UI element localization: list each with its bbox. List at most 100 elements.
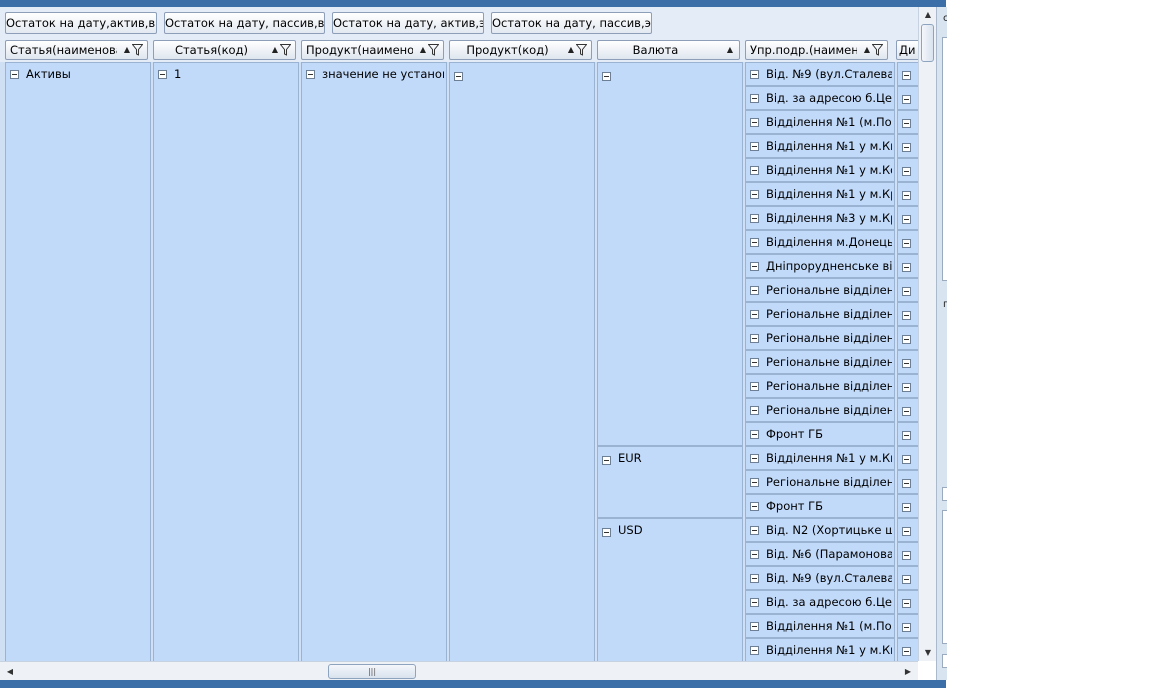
next-column-cell[interactable] bbox=[897, 206, 918, 230]
collapse-icon[interactable] bbox=[602, 72, 611, 81]
collapse-icon[interactable] bbox=[902, 599, 911, 608]
unit-cell[interactable]: Регіональне відділенн bbox=[745, 470, 895, 494]
column-header-4[interactable]: Продукт(код) ▲ bbox=[449, 40, 592, 60]
next-column-cell[interactable] bbox=[897, 110, 918, 134]
next-column-cell[interactable] bbox=[897, 614, 918, 638]
next-column-cell[interactable] bbox=[897, 230, 918, 254]
sort-ascending-icon[interactable]: ▲ bbox=[568, 41, 574, 59]
article-code-cell[interactable]: 1 bbox=[153, 62, 299, 661]
collapse-icon[interactable] bbox=[750, 526, 759, 535]
next-column-cell[interactable] bbox=[897, 350, 918, 374]
next-column-cell[interactable] bbox=[897, 542, 918, 566]
column-header-6[interactable]: Упр.подр.(наименов ▲ bbox=[745, 40, 888, 60]
collapse-icon[interactable] bbox=[902, 647, 911, 656]
unit-cell[interactable]: Фронт ГБ bbox=[745, 422, 895, 446]
sort-ascending-icon[interactable]: ▲ bbox=[420, 41, 426, 59]
unit-cell[interactable]: Відділення №1 (м.Пол bbox=[745, 110, 895, 134]
scroll-left-icon[interactable]: ◀ bbox=[2, 662, 18, 681]
right-panel-bottom-box[interactable] bbox=[942, 654, 947, 668]
column-header-7[interactable]: Ди bbox=[896, 40, 920, 60]
collapse-icon[interactable] bbox=[750, 70, 759, 79]
unit-cell[interactable]: Відділення №1 у м.Киї bbox=[745, 638, 895, 661]
collapse-icon[interactable] bbox=[902, 335, 911, 344]
collapse-icon[interactable] bbox=[902, 311, 911, 320]
right-panel-box-lower[interactable] bbox=[942, 510, 947, 644]
unit-cell[interactable]: Відділення №3 у м.Кре bbox=[745, 206, 895, 230]
collapse-icon[interactable] bbox=[454, 72, 463, 81]
next-column-cell[interactable] bbox=[897, 566, 918, 590]
sort-ascending-icon[interactable]: ▲ bbox=[124, 41, 130, 59]
unit-cell[interactable]: Від. №6 (Парамонова, bbox=[745, 542, 895, 566]
collapse-icon[interactable] bbox=[750, 406, 759, 415]
collapse-icon[interactable] bbox=[902, 263, 911, 272]
next-column-cell[interactable] bbox=[897, 86, 918, 110]
collapse-icon[interactable] bbox=[902, 287, 911, 296]
unit-cell[interactable]: Регіональне відділенн bbox=[745, 350, 895, 374]
currency-cell[interactable] bbox=[597, 62, 743, 446]
scroll-down-icon[interactable]: ▼ bbox=[919, 645, 937, 661]
next-column-cell[interactable] bbox=[897, 518, 918, 542]
collapse-icon[interactable] bbox=[306, 70, 315, 79]
next-column-cell[interactable] bbox=[897, 398, 918, 422]
unit-cell[interactable]: Регіональне відділенн bbox=[745, 278, 895, 302]
collapse-icon[interactable] bbox=[750, 166, 759, 175]
next-column-cell[interactable] bbox=[897, 590, 918, 614]
collapse-icon[interactable] bbox=[750, 262, 759, 271]
unit-cell[interactable]: Відділення №1 (м.Пол bbox=[745, 614, 895, 638]
unit-cell[interactable]: Регіональне відділенн bbox=[745, 326, 895, 350]
unit-cell[interactable]: Відділення №1 у м.Кри bbox=[745, 182, 895, 206]
unit-cell[interactable]: Відділення №1 у м.Ко bbox=[745, 158, 895, 182]
collapse-icon[interactable] bbox=[902, 143, 911, 152]
collapse-icon[interactable] bbox=[902, 215, 911, 224]
collapse-icon[interactable] bbox=[902, 359, 911, 368]
article-name-cell[interactable]: Активы bbox=[5, 62, 151, 661]
next-column-cell[interactable] bbox=[897, 374, 918, 398]
horizontal-scroll-thumb[interactable]: ||| bbox=[328, 664, 416, 679]
unit-cell[interactable]: Відділення №1 у м.Киї bbox=[745, 446, 895, 470]
collapse-icon[interactable] bbox=[602, 456, 611, 465]
collapse-icon[interactable] bbox=[902, 479, 911, 488]
collapse-icon[interactable] bbox=[750, 646, 759, 655]
filter-icon[interactable] bbox=[872, 44, 883, 56]
scroll-up-icon[interactable]: ▲ bbox=[919, 7, 937, 23]
balance-asset-equivalent-button[interactable]: Остаток на дату, актив,экв bbox=[332, 12, 484, 34]
next-column-cell[interactable] bbox=[897, 62, 918, 86]
collapse-icon[interactable] bbox=[750, 286, 759, 295]
balance-liability-currency-button[interactable]: Остаток на дату, пассив,вал bbox=[164, 12, 325, 34]
next-column-cell[interactable] bbox=[897, 326, 918, 350]
column-header-3[interactable]: Продукт(наименова ▲ bbox=[301, 40, 444, 60]
collapse-icon[interactable] bbox=[750, 190, 759, 199]
collapse-icon[interactable] bbox=[750, 334, 759, 343]
product-code-cell[interactable] bbox=[449, 62, 595, 661]
next-column-cell[interactable] bbox=[897, 494, 918, 518]
collapse-icon[interactable] bbox=[602, 528, 611, 537]
unit-cell[interactable]: Від. N2 (Хортицьке шо bbox=[745, 518, 895, 542]
collapse-icon[interactable] bbox=[902, 407, 911, 416]
next-column-cell[interactable] bbox=[897, 302, 918, 326]
next-column-cell[interactable] bbox=[897, 446, 918, 470]
collapse-icon[interactable] bbox=[10, 70, 19, 79]
collapse-icon[interactable] bbox=[902, 551, 911, 560]
unit-cell[interactable]: Від. №9 (вул.Сталеварі bbox=[745, 566, 895, 590]
collapse-icon[interactable] bbox=[750, 94, 759, 103]
next-column-cell[interactable] bbox=[897, 182, 918, 206]
collapse-icon[interactable] bbox=[750, 574, 759, 583]
collapse-icon[interactable] bbox=[750, 454, 759, 463]
collapse-icon[interactable] bbox=[902, 71, 911, 80]
unit-cell[interactable]: Дніпрорудненське від bbox=[745, 254, 895, 278]
collapse-icon[interactable] bbox=[750, 238, 759, 247]
collapse-icon[interactable] bbox=[750, 142, 759, 151]
collapse-icon[interactable] bbox=[902, 95, 911, 104]
collapse-icon[interactable] bbox=[750, 550, 759, 559]
sort-ascending-icon[interactable]: ▲ bbox=[272, 41, 278, 59]
collapse-icon[interactable] bbox=[750, 118, 759, 127]
horizontal-scrollbar[interactable]: ◀ ||| ▶ bbox=[0, 661, 918, 681]
next-column-cell[interactable] bbox=[897, 278, 918, 302]
next-column-cell[interactable] bbox=[897, 638, 918, 661]
unit-cell[interactable]: Фронт ГБ bbox=[745, 494, 895, 518]
unit-cell[interactable]: Регіональне відділенн bbox=[745, 398, 895, 422]
vertical-scroll-thumb[interactable] bbox=[921, 24, 934, 62]
column-header-1[interactable]: Статья(наименован ▲ bbox=[5, 40, 148, 60]
filter-icon[interactable] bbox=[428, 44, 439, 56]
unit-cell[interactable]: Відділення №1 у м.Киї bbox=[745, 134, 895, 158]
